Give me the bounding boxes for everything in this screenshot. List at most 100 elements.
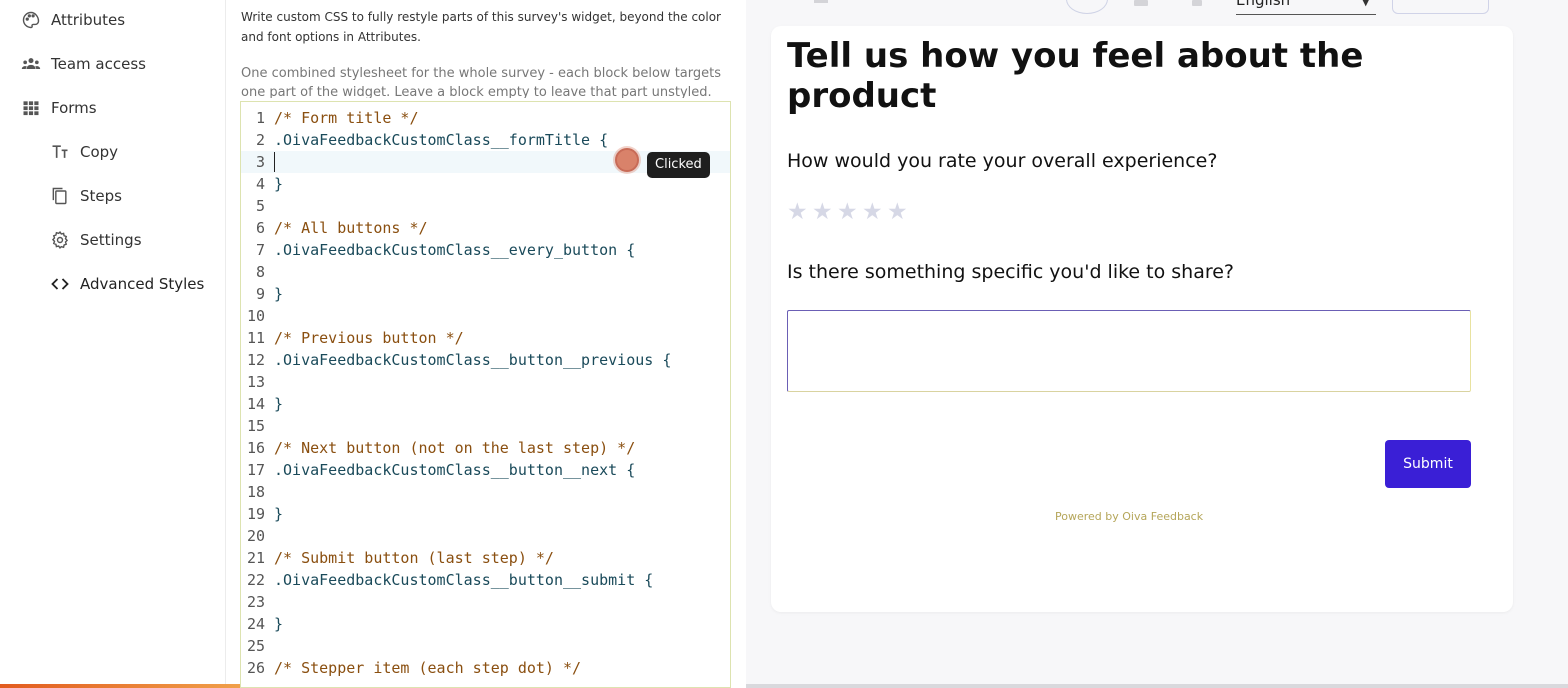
code-line[interactable]: 10: [241, 305, 730, 327]
star-icon[interactable]: ★: [837, 199, 861, 225]
sidebar-item-label: Advanced Styles: [80, 275, 205, 293]
star-rating[interactable]: ★ ★ ★ ★ ★: [787, 199, 912, 225]
code-line[interactable]: 11 /* Previous button */: [241, 327, 730, 349]
palette-icon: [20, 9, 42, 31]
code-line[interactable]: 6 /* All buttons */: [241, 217, 730, 239]
code-line[interactable]: 8: [241, 261, 730, 283]
language-select[interactable]: English ▼: [1236, 0, 1376, 15]
line-number: 21: [246, 549, 265, 567]
star-icon[interactable]: ★: [862, 199, 886, 225]
line-number: 1: [255, 109, 265, 127]
code-line[interactable]: 13: [241, 371, 730, 393]
code-text: .OivaFeedbackCustomClass__every_button {: [274, 241, 636, 259]
code-line[interactable]: 23: [241, 591, 730, 613]
code-line[interactable]: 24}: [241, 613, 730, 635]
line-number: 13: [246, 373, 265, 391]
code-line[interactable]: 25: [241, 635, 730, 657]
code-comment: /* All buttons */: [274, 219, 428, 237]
code-comment: /* Previous button */: [274, 329, 464, 347]
code-comment: /* Next button (not on the last step) */: [274, 439, 636, 457]
code-text: }: [274, 395, 284, 413]
code-text: }: [274, 505, 284, 523]
line-number: 9: [255, 285, 265, 303]
line-number: 16: [246, 439, 265, 457]
powered-by-label[interactable]: Powered by Oiva Feedback: [1055, 510, 1203, 523]
toolbar-button[interactable]: [1392, 0, 1489, 14]
survey-card: Tell us how you feel about the product H…: [771, 26, 1513, 612]
code-line[interactable]: 7 .OivaFeedbackCustomClass__every_button …: [241, 239, 730, 261]
line-number: 12: [246, 351, 265, 369]
code-line[interactable]: 1 /* Form title */: [241, 107, 730, 129]
line-number: 4: [255, 175, 265, 193]
sidebar: Attributes Team access Forms Copy Steps …: [0, 0, 226, 688]
toolbar-icon[interactable]: [814, 0, 828, 3]
code-line[interactable]: 9}: [241, 283, 730, 305]
code-text: }: [274, 285, 284, 303]
sidebar-item-copy[interactable]: Copy: [49, 136, 118, 168]
line-number: 10: [246, 307, 265, 325]
submit-button[interactable]: Submit: [1385, 440, 1471, 488]
gear-icon: [49, 229, 71, 251]
code-line[interactable]: 12 .OivaFeedbackCustomClass__button__prev…: [241, 349, 730, 371]
sidebar-item-advanced-styles[interactable]: Advanced Styles: [49, 268, 204, 300]
code-line[interactable]: 17 .OivaFeedbackCustomClass__button__next…: [241, 459, 730, 481]
code-line[interactable]: 20: [241, 525, 730, 547]
advanced-styles-editor: Write custom CSS to fully restyle parts …: [227, 0, 745, 688]
question-text-label: Is there something specific you'd like t…: [787, 261, 1235, 283]
line-number: 7: [255, 241, 265, 259]
clicked-tooltip: Clicked: [647, 152, 710, 178]
css-code-editor[interactable]: 1 /* Form title */ 2 .OivaFeedbackCustomCla…: [240, 101, 731, 688]
line-number: 17: [246, 461, 265, 479]
star-icon[interactable]: ★: [787, 199, 811, 225]
star-icon[interactable]: ★: [887, 199, 911, 225]
code-line[interactable]: 15: [241, 415, 730, 437]
sidebar-item-steps[interactable]: Steps: [49, 180, 122, 212]
form-title: Tell us how you feel about the product: [787, 36, 1364, 116]
code-line[interactable]: 19}: [241, 503, 730, 525]
line-number: 23: [246, 593, 265, 611]
line-number: 25: [246, 637, 265, 655]
code-line[interactable]: 26 /* Stepper item (each step dot) */: [241, 657, 730, 679]
sidebar-item-label: Team access: [51, 55, 146, 73]
chevron-down-icon: ▼: [1361, 0, 1370, 8]
code-text: .OivaFeedbackCustomClass__formTitle {: [274, 131, 609, 149]
code-text: .OivaFeedbackCustomClass__button__previo…: [274, 351, 672, 369]
code-line[interactable]: 18: [241, 481, 730, 503]
desktop-icon[interactable]: [1134, 0, 1148, 6]
line-number: 5: [255, 197, 265, 215]
sidebar-item-forms[interactable]: Forms: [20, 92, 97, 124]
text-cursor: [274, 152, 275, 172]
mobile-icon[interactable]: [1192, 0, 1202, 6]
star-icon[interactable]: ★: [812, 199, 836, 225]
sidebar-item-label: Forms: [51, 99, 97, 117]
language-value: English: [1236, 0, 1291, 9]
code-text: }: [274, 175, 284, 193]
sidebar-item-team-access[interactable]: Team access: [20, 48, 146, 80]
code-comment: /* Stepper item (each step dot) */: [274, 659, 582, 677]
copy-icon: [49, 185, 71, 207]
line-number: 24: [246, 615, 265, 633]
sidebar-item-settings[interactable]: Settings: [49, 224, 142, 256]
code-text: .OivaFeedbackCustomClass__button__next {: [274, 461, 636, 479]
sidebar-item-attributes[interactable]: Attributes: [20, 4, 125, 36]
editor-sub-description: One combined stylesheet for the whole su…: [241, 66, 721, 98]
code-text: .OivaFeedbackCustomClass__button__submit…: [274, 571, 654, 589]
sidebar-item-label: Settings: [80, 231, 142, 249]
line-number: 26: [246, 659, 265, 677]
sidebar-item-label: Attributes: [51, 11, 126, 29]
line-number: 19: [246, 505, 265, 523]
code-line[interactable]: 2 .OivaFeedbackCustomClass__formTitle {: [241, 129, 730, 151]
preview-toggle-button[interactable]: [1066, 0, 1108, 14]
answer-textarea[interactable]: [787, 310, 1471, 392]
code-line[interactable]: 16 /* Next button (not on the last step) …: [241, 437, 730, 459]
code-text: }: [274, 615, 284, 633]
code-line[interactable]: 5: [241, 195, 730, 217]
code-line[interactable]: 14}: [241, 393, 730, 415]
code-line[interactable]: 21 /* Submit button (last step) */: [241, 547, 730, 569]
code-line[interactable]: 22 .OivaFeedbackCustomClass__button__subm…: [241, 569, 730, 591]
bottom-divider: [746, 684, 1568, 688]
